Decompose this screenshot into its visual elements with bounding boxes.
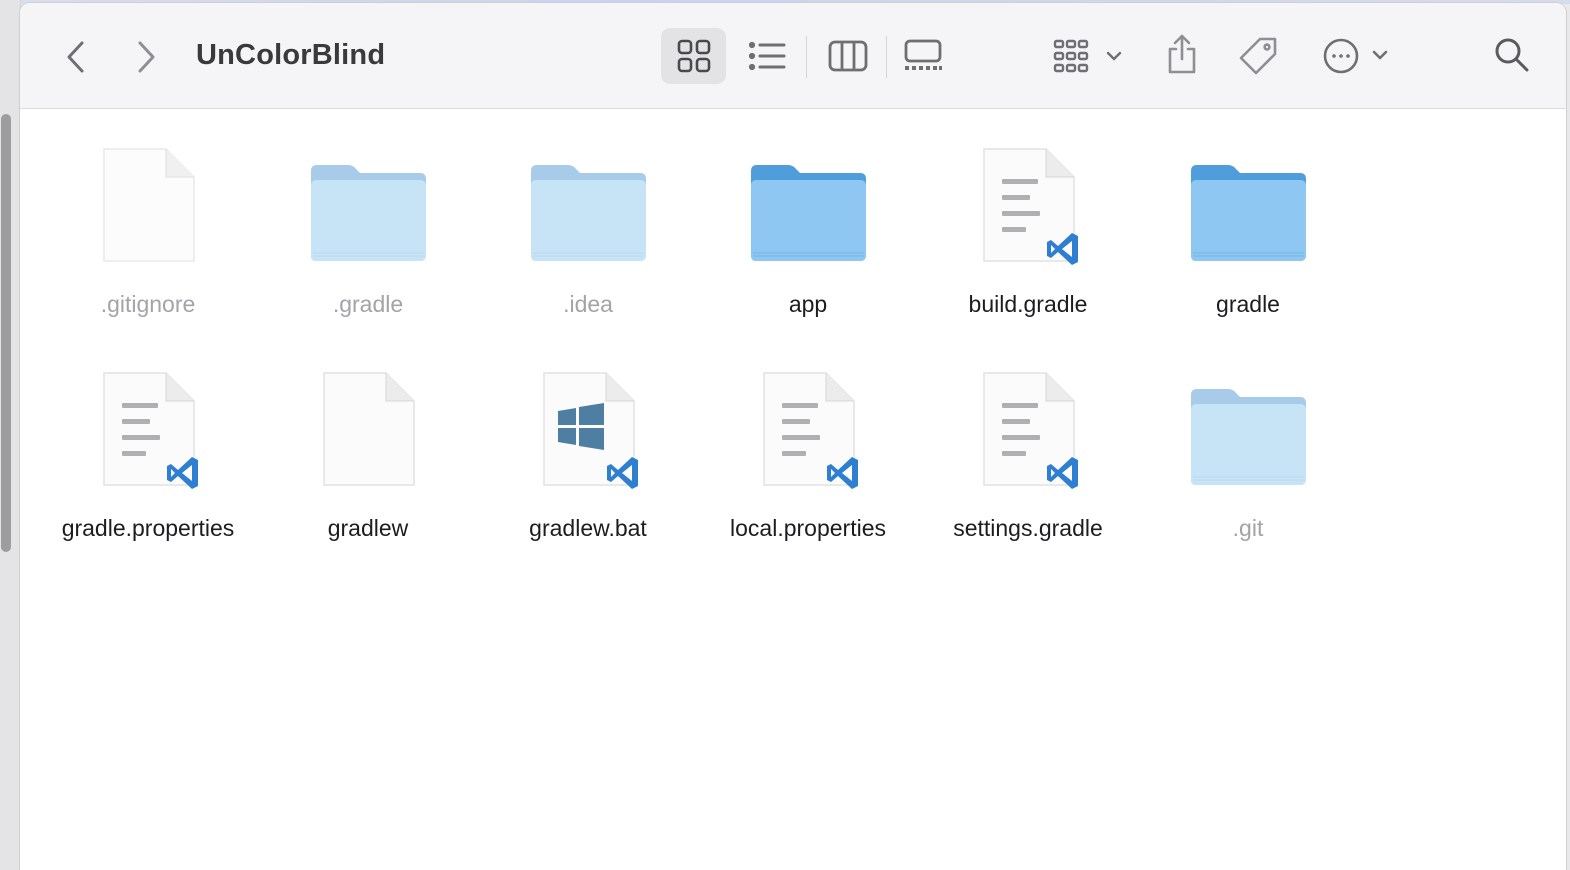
- folder-item[interactable]: .git: [1143, 343, 1353, 543]
- file-name-label: gradle: [1216, 291, 1280, 317]
- folder-icon: [528, 143, 648, 267]
- folder-icon: [1188, 143, 1308, 267]
- file-item[interactable]: gradle.properties: [43, 343, 253, 543]
- folder-icon: [748, 143, 868, 267]
- file-name-label: gradlew: [327, 515, 409, 541]
- more-actions-icon[interactable]: [1320, 36, 1392, 76]
- toolbar: UnColorBlind: [20, 3, 1566, 109]
- file-name-label: .gitignore: [100, 291, 196, 317]
- window-title: UnColorBlind: [196, 39, 386, 71]
- toolbar-separator: [806, 36, 807, 78]
- finder-window: UnColorBlind .gitignore .gradle .idea ap…: [20, 3, 1566, 870]
- folder-icon: [308, 143, 428, 267]
- chevron-left-icon[interactable]: [58, 37, 94, 77]
- list-view-icon[interactable]: [746, 36, 790, 76]
- file-name-label: .gradle: [332, 291, 404, 317]
- gallery-view-icon[interactable]: [900, 36, 946, 76]
- folder-item[interactable]: .gradle: [263, 119, 473, 319]
- search-icon[interactable]: [1492, 35, 1532, 75]
- windows-batch-file-icon: [528, 367, 648, 491]
- file-item[interactable]: settings.gradle: [923, 343, 1133, 543]
- folder-item[interactable]: gradle: [1143, 119, 1353, 319]
- folder-item[interactable]: app: [703, 119, 913, 319]
- file-item[interactable]: gradlew.bat: [483, 343, 693, 543]
- share-icon[interactable]: [1162, 31, 1202, 77]
- file-name-label: gradle.properties: [61, 515, 235, 541]
- file-item[interactable]: build.gradle: [923, 119, 1133, 319]
- file-item[interactable]: local.properties: [703, 343, 913, 543]
- file-name-label: .idea: [563, 291, 613, 317]
- folder-item[interactable]: .idea: [483, 119, 693, 319]
- tag-icon[interactable]: [1236, 35, 1280, 77]
- vscode-document-icon: [968, 143, 1088, 267]
- blank-document-icon: [308, 367, 428, 491]
- file-name-label: .git: [1232, 515, 1264, 541]
- folder-icon: [1188, 367, 1308, 491]
- file-item[interactable]: .gitignore: [43, 119, 253, 319]
- file-name-label: settings.gradle: [953, 515, 1103, 541]
- file-name-label: app: [788, 291, 828, 317]
- toolbar-separator: [886, 36, 887, 78]
- vscode-document-icon: [968, 367, 1088, 491]
- file-name-label: gradlew.bat: [529, 515, 647, 541]
- vscode-document-icon: [88, 367, 208, 491]
- sidebar-edge: [0, 0, 21, 870]
- icon-view-icon[interactable]: [674, 36, 714, 76]
- chevron-right-icon[interactable]: [128, 37, 164, 77]
- vscode-document-icon: [748, 367, 868, 491]
- blank-document-icon: [88, 143, 208, 267]
- group-by-icon[interactable]: [1050, 36, 1126, 76]
- sidebar-scrollbar[interactable]: [1, 114, 11, 552]
- file-item[interactable]: gradlew: [263, 343, 473, 543]
- file-grid: .gitignore .gradle .idea app build.gradle gra…: [20, 109, 1566, 870]
- file-name-label: local.properties: [730, 515, 886, 541]
- file-name-label: build.gradle: [968, 291, 1088, 317]
- column-view-icon[interactable]: [826, 36, 870, 76]
